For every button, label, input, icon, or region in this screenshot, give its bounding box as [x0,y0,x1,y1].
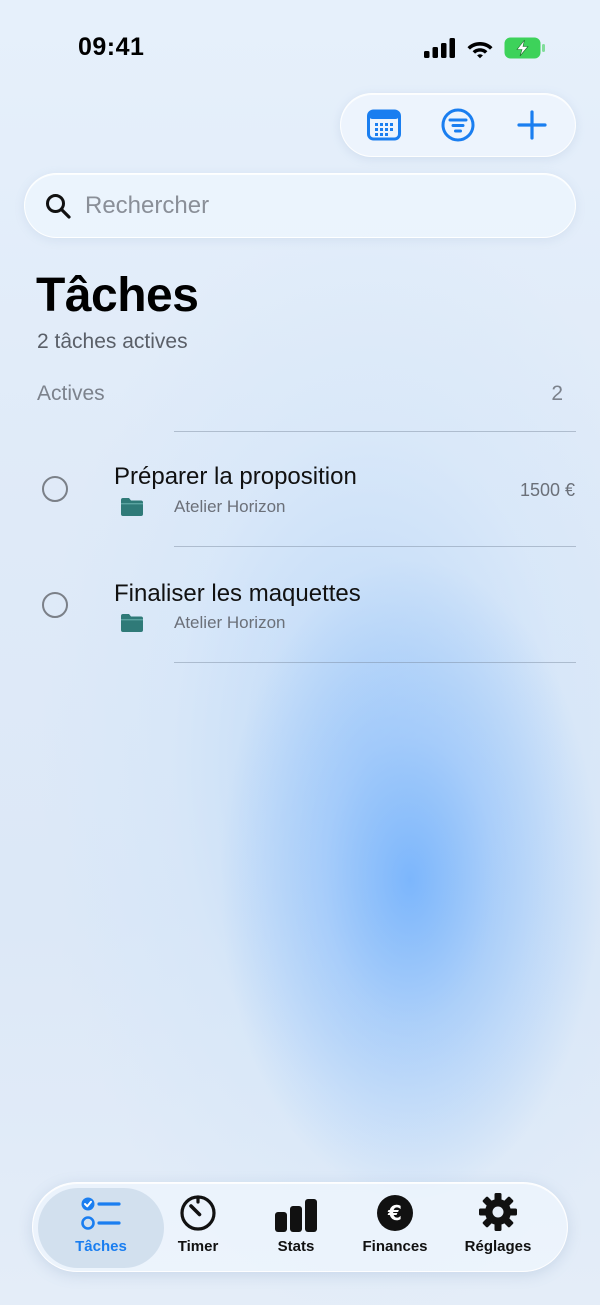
tab-label: Tâches [75,1238,127,1255]
folder-icon [121,498,143,516]
search-field[interactable]: Rechercher [24,173,576,238]
tab-reglages[interactable]: Réglages [445,1188,551,1268]
task-client: Atelier Horizon [174,613,286,632]
tab-timer[interactable]: Timer [145,1188,251,1268]
signal-icon [424,38,455,58]
tab-finances[interactable]: € Finances [341,1188,449,1268]
tab-bar: Tâches Timer Stats € Finances Réglages [32,1182,568,1272]
task-complete-checkbox[interactable] [42,592,68,618]
search-placeholder: Rechercher [85,191,210,219]
search-icon [46,193,71,219]
tab-label: Finances [362,1238,428,1255]
tasks-list-icon [81,1197,121,1230]
divider [174,662,576,663]
page-title: Tâches [36,269,199,322]
section-count: 2 [551,382,563,405]
tab-label: Timer [177,1238,219,1255]
folder-icon [121,614,143,632]
bar-chart-icon [275,1199,317,1232]
tab-stats[interactable]: Stats [243,1188,349,1268]
task-title: Préparer la proposition [114,463,357,490]
task-client: Atelier Horizon [174,497,286,516]
status-icons [424,37,546,59]
euro-icon: € [377,1195,413,1231]
tab-label: Stats [277,1238,315,1255]
plus-icon [517,110,547,140]
filter-button[interactable] [430,97,486,153]
task-title: Finaliser les maquettes [114,580,361,607]
timer-icon [180,1195,216,1231]
add-task-button[interactable] [504,97,560,153]
section-label: Actives [37,382,105,405]
gear-icon [479,1193,517,1231]
calendar-button[interactable] [356,97,412,153]
battery-icon [504,37,545,59]
task-complete-checkbox[interactable] [42,476,68,502]
top-toolbar [340,93,576,157]
wifi-icon [467,41,493,58]
svg-text:€: € [387,1201,402,1225]
calendar-icon [367,109,401,141]
page-subtitle: 2 tâches actives [37,330,188,353]
divider [174,546,576,547]
status-time: 09:41 [78,33,145,61]
filter-icon [441,108,475,142]
tab-label: Réglages [464,1238,532,1255]
task-amount: 1500 € [519,480,575,500]
